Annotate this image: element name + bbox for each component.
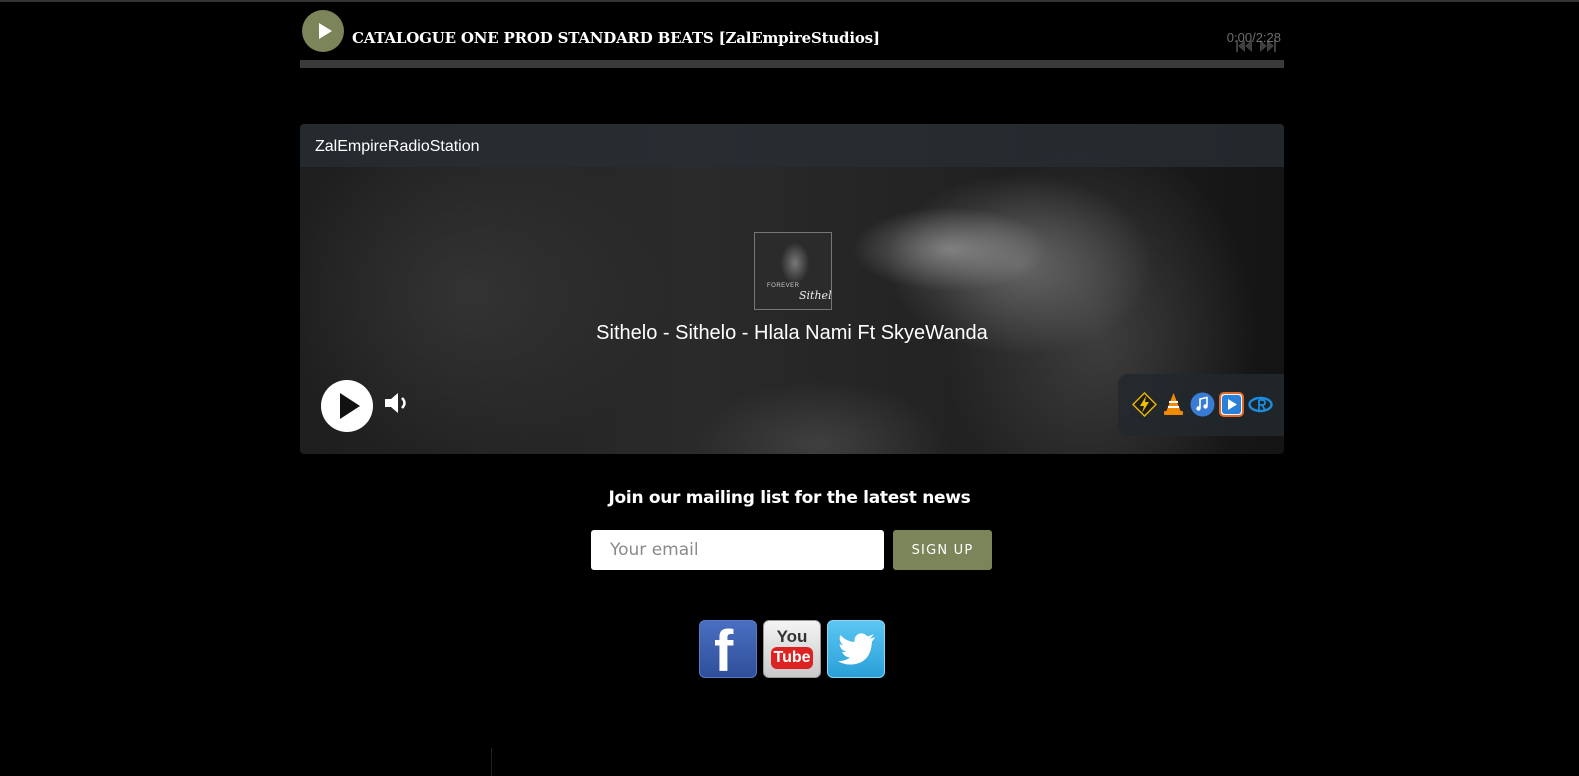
realplayer-icon[interactable] [1248, 392, 1273, 417]
twitter-link[interactable] [827, 620, 885, 678]
album-art: FOREVER Sithelo [754, 232, 832, 310]
youtube-link[interactable]: You Tube [763, 620, 821, 678]
itunes-icon[interactable] [1190, 392, 1215, 417]
youtube-logo-tube: Tube [771, 647, 813, 669]
vlc-icon[interactable] [1161, 392, 1186, 417]
external-player-links [1118, 374, 1284, 436]
facebook-link[interactable]: f [699, 620, 757, 678]
winamp-icon[interactable] [1132, 392, 1157, 417]
track-progress-bar[interactable] [300, 60, 1284, 68]
facebook-icon: f [714, 620, 734, 678]
youtube-logo-you: You [776, 627, 808, 646]
divider-line [491, 748, 492, 776]
email-field[interactable] [591, 530, 884, 570]
radio-player: ZalEmpireRadioStation FOREVER Sithelo Si… [300, 124, 1284, 454]
station-name: ZalEmpireRadioStation [315, 138, 480, 155]
twitter-icon [838, 633, 875, 665]
next-icon[interactable] [1260, 40, 1276, 52]
volume-icon[interactable] [383, 390, 411, 416]
previous-icon[interactable] [1236, 40, 1252, 52]
track-title: CATALOGUE ONE PROD STANDARD BEATS [ZalEm… [352, 29, 880, 47]
mailing-list-title: Join our mailing list for the latest new… [608, 488, 971, 508]
track-controls [1236, 40, 1278, 52]
album-art-caption: FOREVER [767, 283, 800, 289]
signup-button[interactable]: SIGN UP [893, 530, 992, 570]
album-art-signature: Sithelo [799, 289, 832, 302]
windows-media-player-icon[interactable] [1219, 392, 1244, 417]
audio-player: CATALOGUE ONE PROD STANDARD BEATS [ZalEm… [300, 8, 1284, 70]
now-playing-title: Sithelo - Sithelo - Hlala Nami Ft SkyeWa… [596, 322, 988, 344]
radio-play-button[interactable] [321, 380, 373, 432]
top-divider [0, 0, 1579, 2]
play-button[interactable] [302, 10, 344, 52]
radio-header: ZalEmpireRadioStation [300, 124, 1284, 167]
